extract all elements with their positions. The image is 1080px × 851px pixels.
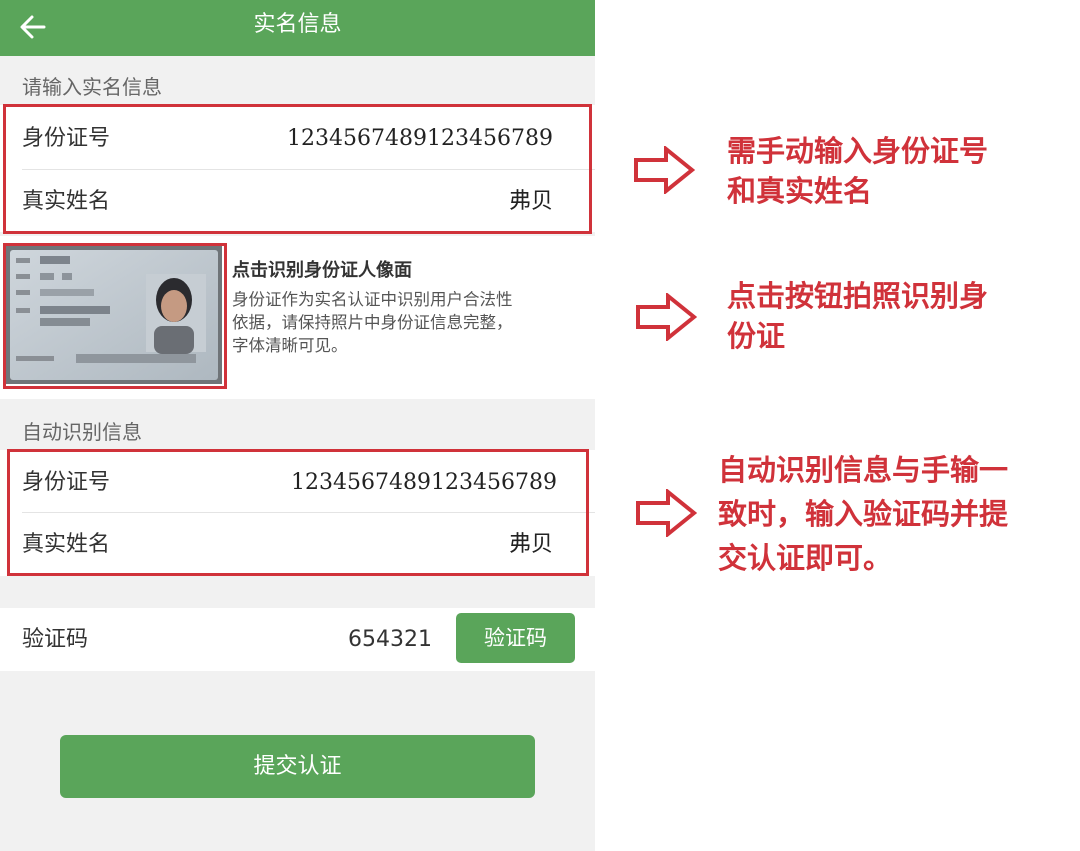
right-arrow-icon — [634, 146, 695, 194]
right-arrow-icon — [636, 293, 697, 341]
annotation-line: 致时，输入验证码并提 — [718, 497, 1009, 531]
annotation-line: 点击按钮拍照识别身 — [727, 279, 989, 313]
verify-code-input[interactable]: 654321 — [348, 608, 432, 671]
annotation-auto-verify: 自动识别信息与手输一 致时，输入验证码并提 交认证即可。 — [718, 448, 1008, 580]
desc-line: 字体清晰可见。 — [232, 336, 348, 355]
annotation-line: 份证 — [727, 319, 786, 353]
annotation-manual-input: 需手动输入身份证号 和真实姓名 — [727, 131, 988, 211]
submit-button[interactable]: 提交认证 — [60, 735, 535, 798]
get-verify-code-button[interactable]: 验证码 — [456, 613, 575, 663]
id-card-title: 点击识别身份证人像面 — [232, 260, 412, 281]
auto-section-label: 自动识别信息 — [22, 420, 142, 444]
annotation-photo-recognize: 点击按钮拍照识别身 份证 — [727, 276, 988, 356]
annotation-line: 自动识别信息与手输一 — [718, 453, 1009, 487]
desc-line: 身份证作为实名认证中识别用户合法性 — [232, 290, 513, 309]
right-arrow-icon — [636, 489, 697, 537]
id-card-description: 身份证作为实名认证中识别用户合法性 依据，请保持照片中身份证信息完整， 字体清晰… — [232, 288, 582, 357]
manual-highlight-box — [3, 104, 592, 234]
annotation-line: 交认证即可。 — [718, 541, 893, 575]
page-title: 实名信息 — [253, 12, 342, 37]
phone-screen: 实名信息 请输入实名信息 身份证号 1234567489123456789 真实… — [0, 0, 595, 851]
annotation-line: 需手动输入身份证号 — [727, 134, 989, 168]
verify-code-label: 验证码 — [22, 627, 89, 652]
annotation-line: 和真实姓名 — [727, 174, 873, 208]
id-photo-highlight-box — [3, 243, 227, 389]
auto-highlight-box — [7, 449, 589, 576]
desc-line: 依据，请保持照片中身份证信息完整， — [232, 313, 513, 332]
manual-section-label: 请输入实名信息 — [22, 75, 162, 99]
top-bar: 实名信息 — [0, 0, 595, 56]
